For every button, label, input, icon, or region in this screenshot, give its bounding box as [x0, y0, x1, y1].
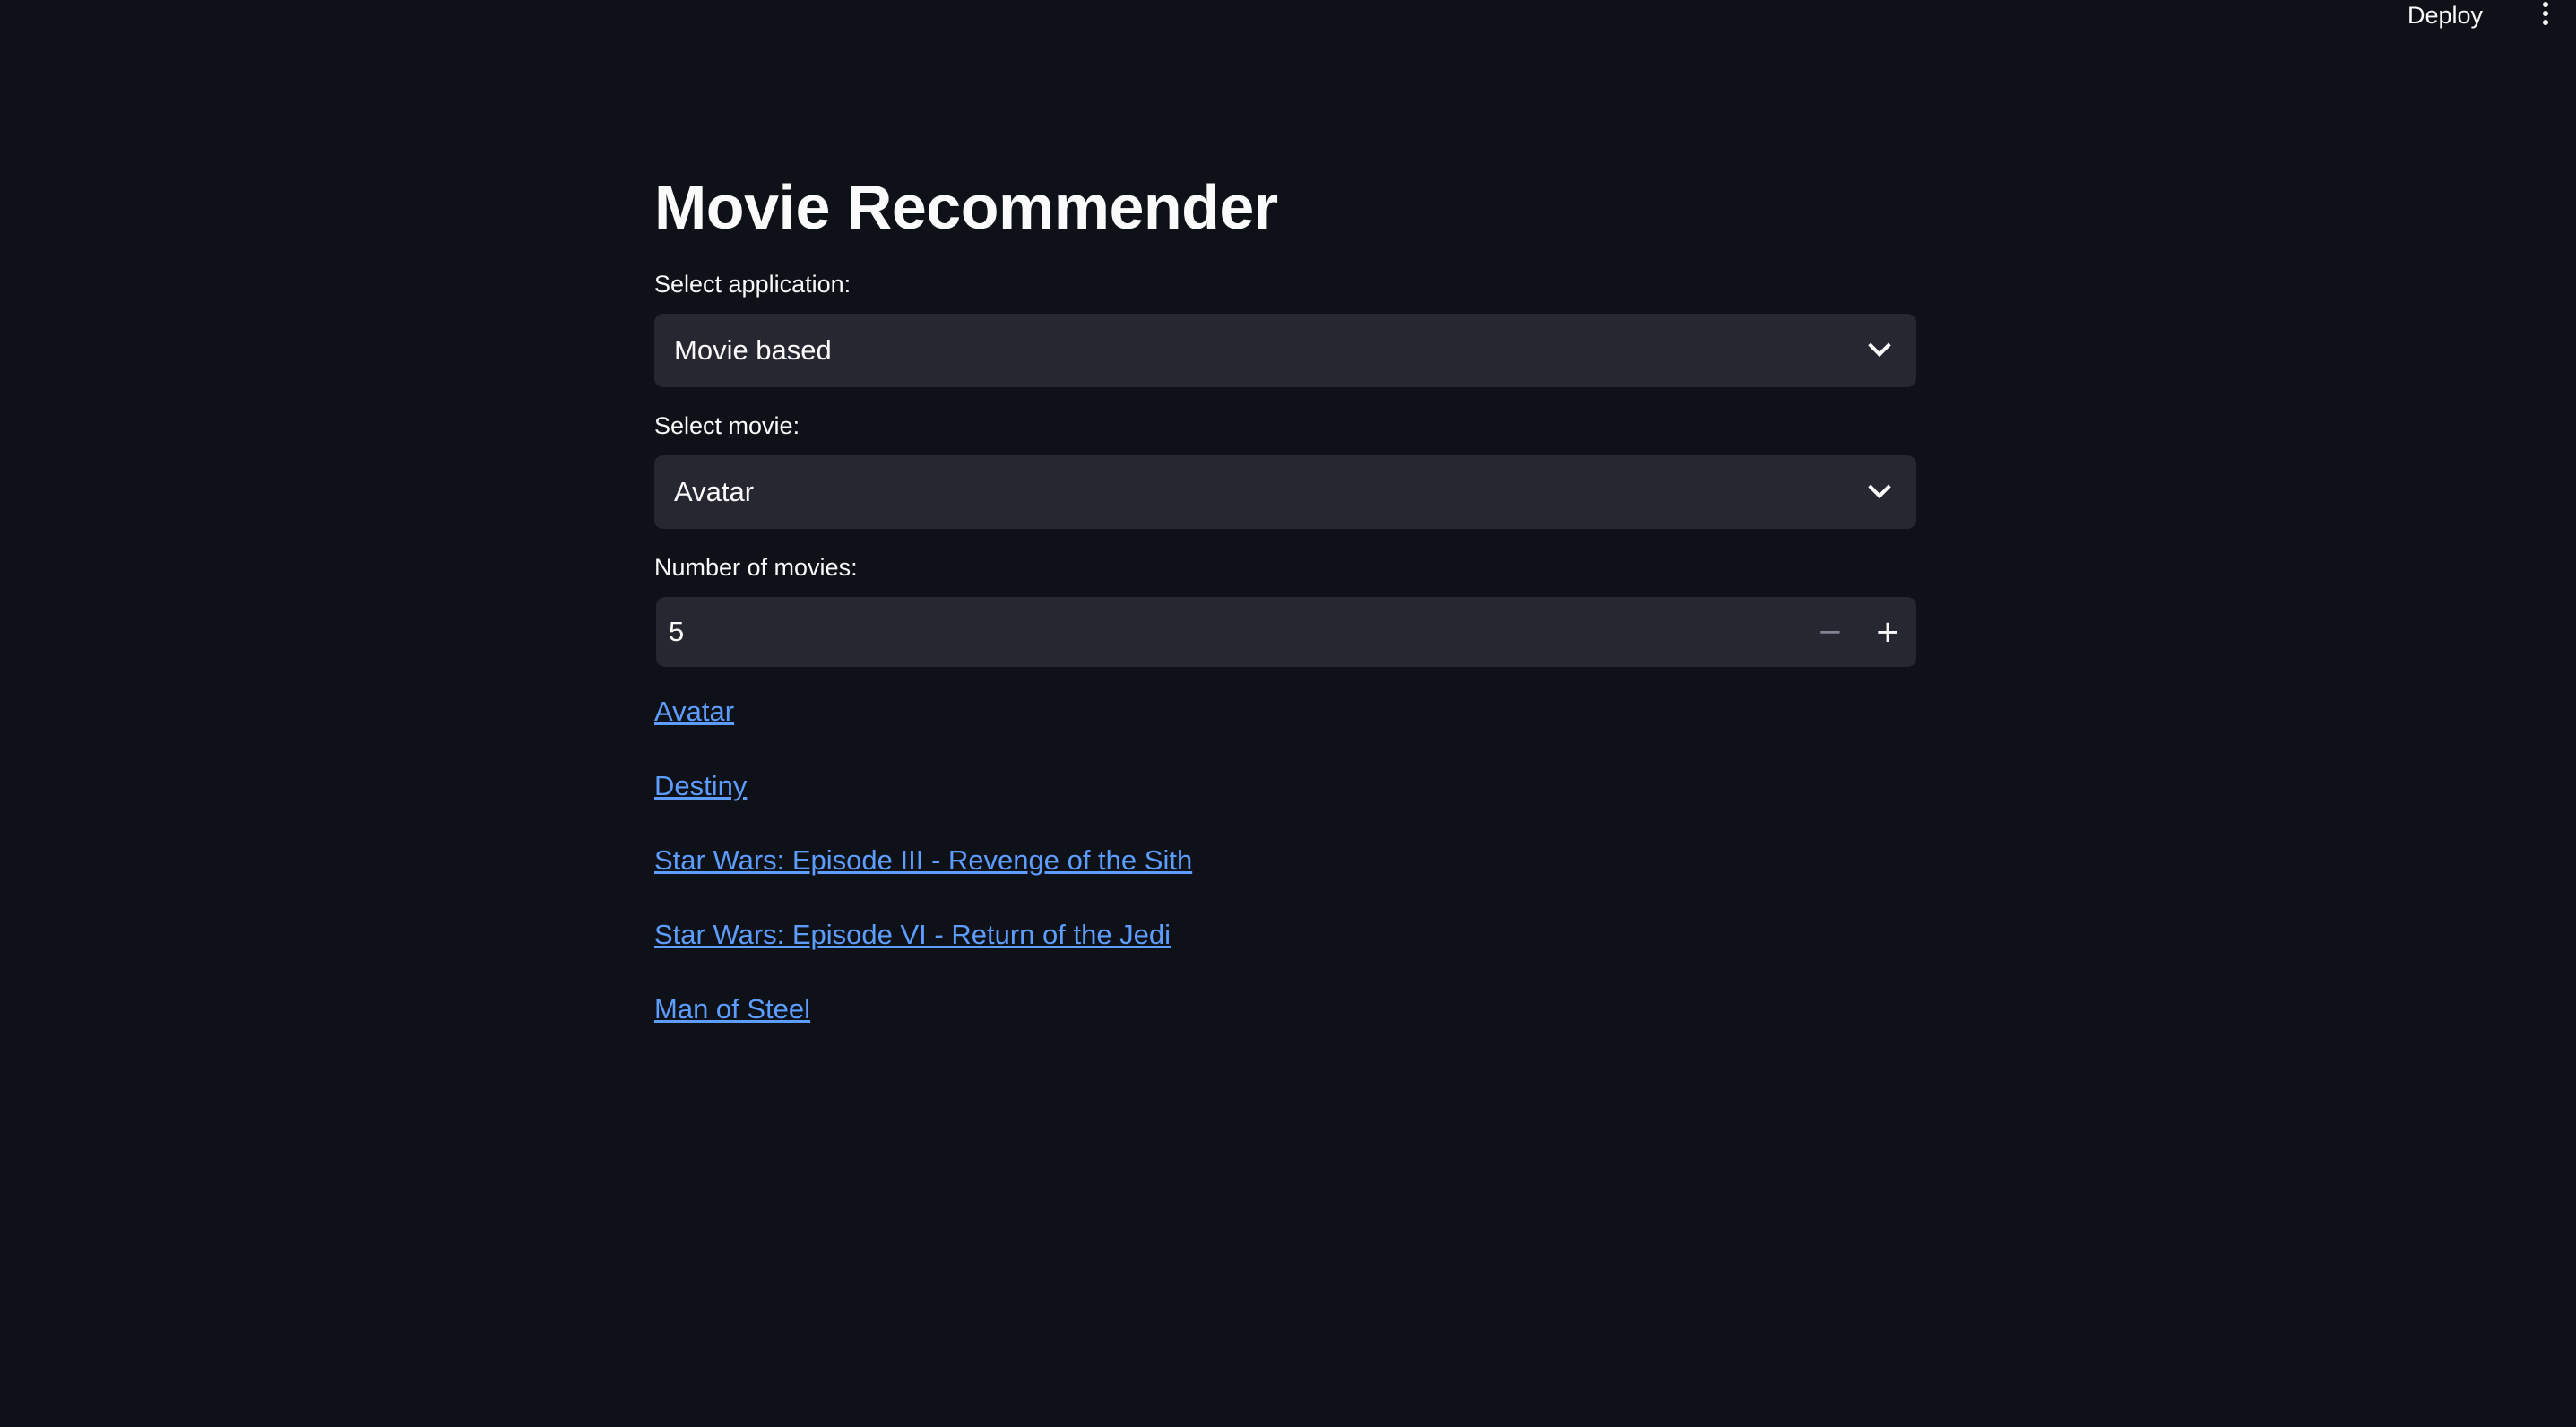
- main-menu-button[interactable]: [2528, 0, 2563, 30]
- movie-select[interactable]: Avatar: [654, 455, 1916, 529]
- decrement-button[interactable]: −: [1802, 597, 1859, 667]
- recommendation-list: Avatar Destiny Star Wars: Episode III - …: [654, 694, 1916, 1027]
- kebab-menu-icon: [2543, 2, 2548, 25]
- recommendation-link[interactable]: Avatar: [654, 694, 734, 730]
- main-content: Movie Recommender Select application: Mo…: [654, 167, 1916, 1066]
- chevron-down-icon: [1868, 333, 1891, 358]
- increment-button[interactable]: +: [1859, 597, 1916, 667]
- number-of-movies-stepper: − +: [656, 597, 1916, 667]
- application-select-label: Select application:: [654, 271, 851, 298]
- recommendation-link[interactable]: Star Wars: Episode III - Revenge of the …: [654, 843, 1192, 878]
- number-of-movies-label: Number of movies:: [654, 554, 858, 581]
- recommendation-link[interactable]: Destiny: [654, 768, 747, 804]
- recommendation-link[interactable]: Star Wars: Episode VI - Return of the Je…: [654, 917, 1171, 953]
- page-title: Movie Recommender: [654, 172, 1278, 242]
- movie-select-label: Select movie:: [654, 412, 800, 439]
- chevron-down-icon: [1868, 475, 1891, 499]
- app-header: Deploy: [0, 0, 2576, 54]
- number-of-movies-input[interactable]: [656, 597, 1802, 667]
- application-select[interactable]: Movie based: [654, 314, 1916, 387]
- deploy-button[interactable]: Deploy: [2402, 0, 2488, 30]
- application-select-value: Movie based: [674, 334, 832, 366]
- movie-select-value: Avatar: [674, 476, 755, 507]
- recommendation-link[interactable]: Man of Steel: [654, 991, 810, 1027]
